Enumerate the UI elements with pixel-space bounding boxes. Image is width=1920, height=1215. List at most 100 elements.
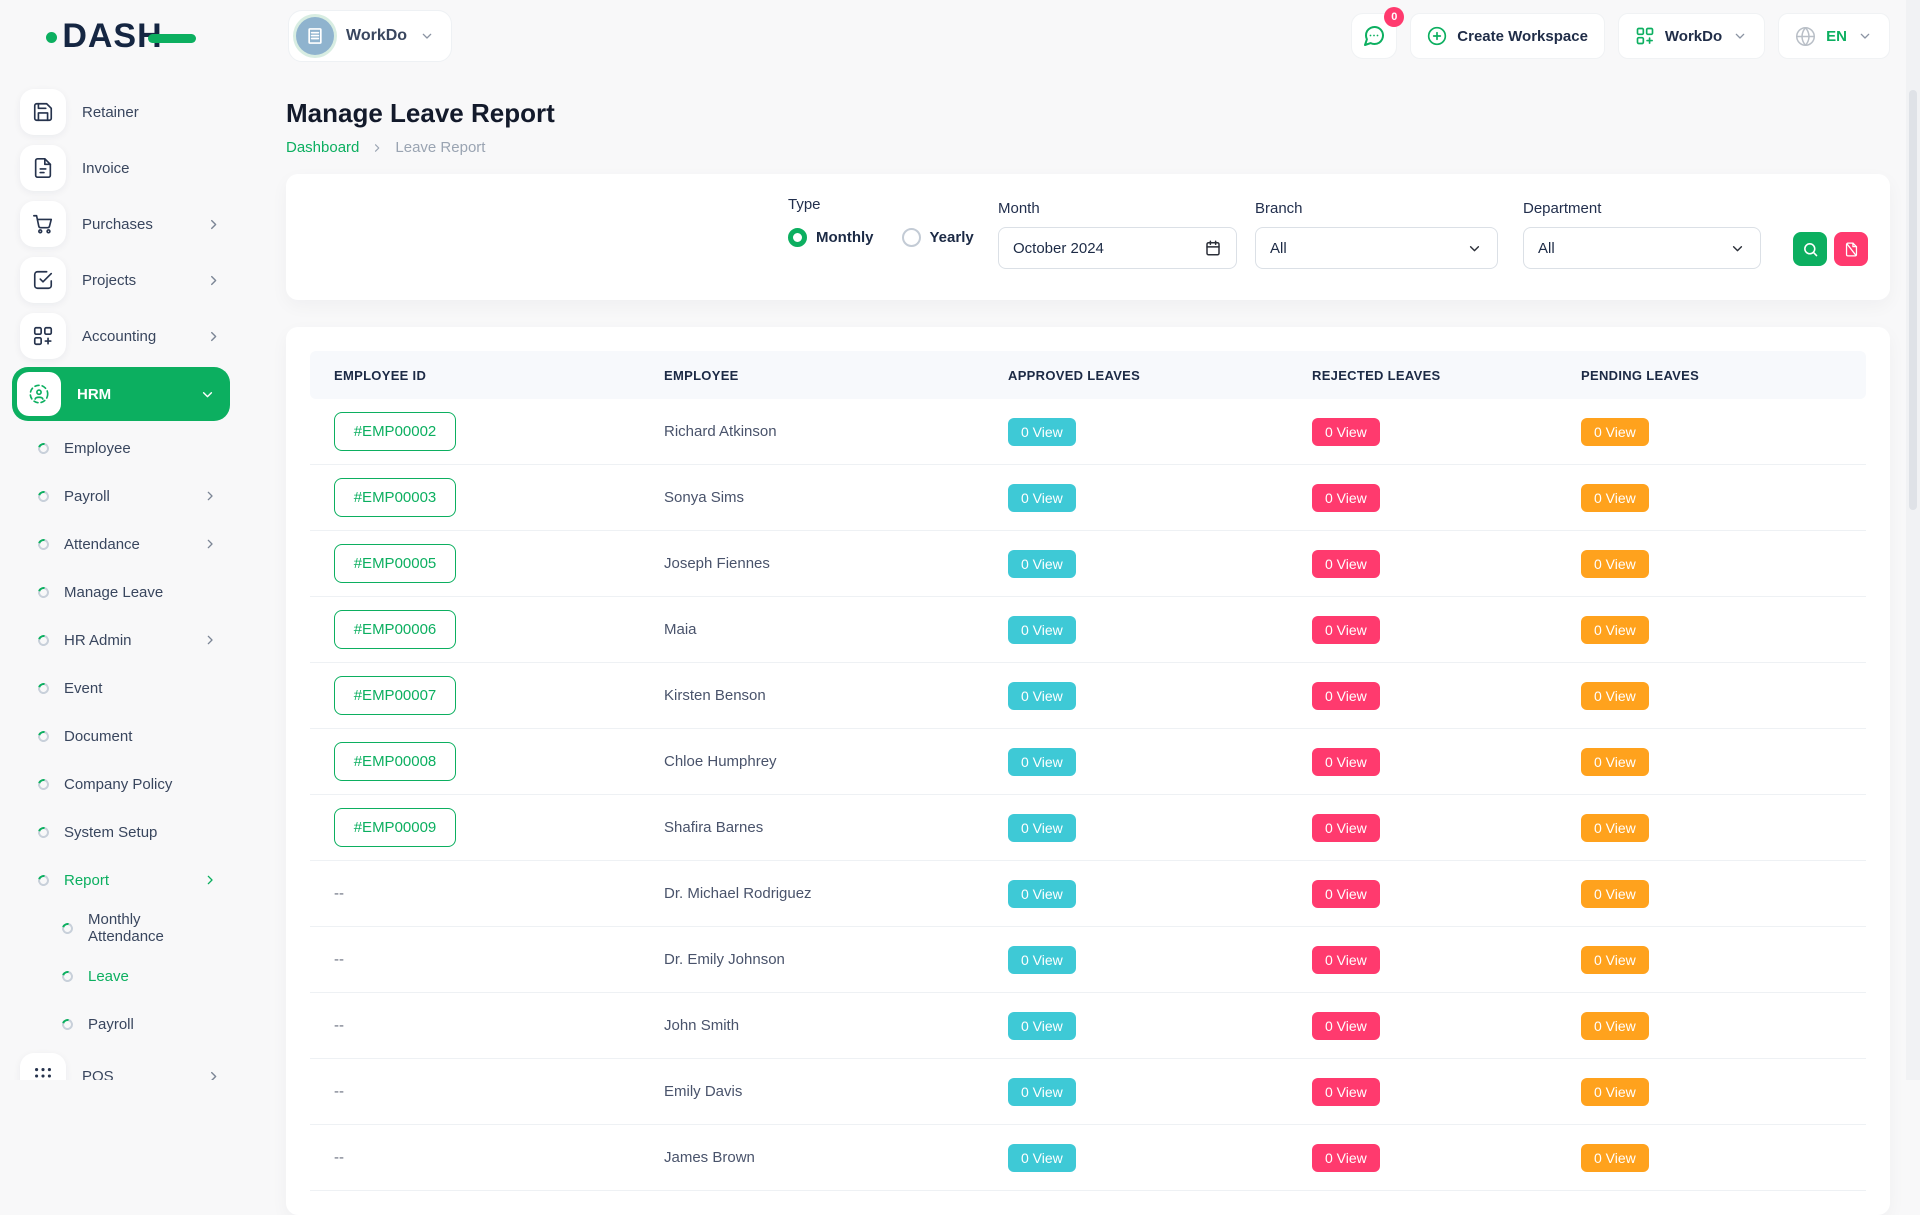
pending-leaves-view-badge[interactable]: 0 View <box>1581 946 1649 974</box>
rejected-leaves-view-badge[interactable]: 0 View <box>1312 1144 1380 1172</box>
sidebar-subitem-payroll[interactable]: Payroll <box>0 1000 242 1048</box>
messages-button[interactable]: 0 <box>1351 13 1397 59</box>
save-icon <box>20 89 66 135</box>
create-workspace-button[interactable]: Create Workspace <box>1410 13 1605 59</box>
branch-select[interactable]: All <box>1255 227 1498 269</box>
sidebar-item-invoice[interactable]: Invoice <box>0 140 242 196</box>
approved-leaves-view-badge[interactable]: 0 View <box>1008 748 1076 776</box>
branch-label: Branch <box>1255 200 1498 217</box>
table-row: #EMP00003 Sonya Sims 0 View 0 View 0 View <box>310 465 1866 531</box>
approved-leaves-view-badge[interactable]: 0 View <box>1008 484 1076 512</box>
reset-button[interactable] <box>1834 232 1868 266</box>
rejected-leaves-view-badge[interactable]: 0 View <box>1312 880 1380 908</box>
file-slash-icon <box>1843 241 1860 258</box>
pending-leaves-view-badge[interactable]: 0 View <box>1581 418 1649 446</box>
employee-id-badge[interactable]: #EMP00008 <box>334 742 456 781</box>
month-date-input[interactable]: October 2024 <box>998 227 1237 269</box>
sidebar-item-hrm[interactable]: HRM <box>12 367 230 421</box>
sidebar-subitem-system-setup[interactable]: System Setup <box>0 808 242 856</box>
approved-leaves-view-badge[interactable]: 0 View <box>1008 1012 1076 1040</box>
table-row: #EMP00005Joseph Fiennes0 View0 View0 Vie… <box>310 531 1866 597</box>
sidebar-subitem-company-policy[interactable]: Company Policy <box>0 760 242 808</box>
rejected-leaves-view-badge[interactable]: 0 View <box>1312 1078 1380 1106</box>
rejected-leaves-view-badge[interactable]: 0 View <box>1312 748 1380 776</box>
approved-leaves-view-badge[interactable]: 0 View <box>1008 418 1076 446</box>
sidebar: RetainerInvoicePurchasesProjectsAccounti… <box>0 72 242 1080</box>
approved-leaves-view-badge[interactable]: 0 View <box>1008 616 1076 644</box>
rejected-leaves-view-badge[interactable]: 0 View <box>1312 418 1380 446</box>
page-scrollbar[interactable] <box>1906 0 1920 1080</box>
filter-card: Type MonthlyYearly Month October 2024 Br… <box>286 174 1890 300</box>
sidebar-subitem-document[interactable]: Document <box>0 712 242 760</box>
radio-monthly[interactable]: Monthly <box>788 228 874 247</box>
approved-leaves-view-badge[interactable]: 0 View <box>1008 946 1076 974</box>
bullet-icon <box>60 1016 75 1031</box>
approved-leaves-view-badge[interactable]: 0 View <box>1008 814 1076 842</box>
sidebar-subitem-manage-leave[interactable]: Manage Leave <box>0 568 242 616</box>
scrollbar-thumb[interactable] <box>1909 90 1917 510</box>
employee-id-badge[interactable]: #EMP00005 <box>334 544 456 583</box>
sidebar-item-accounting[interactable]: Accounting <box>0 308 242 364</box>
month-label: Month <box>998 200 1237 217</box>
sidebar-subitem-attendance[interactable]: Attendance <box>0 520 242 568</box>
sidebar-subitem-report[interactable]: Report <box>0 856 242 904</box>
department-select[interactable]: All <box>1523 227 1761 269</box>
pending-leaves-view-badge[interactable]: 0 View <box>1581 550 1649 578</box>
bullet-icon <box>36 632 51 647</box>
radio-yearly[interactable]: Yearly <box>902 228 974 247</box>
language-selector[interactable]: EN <box>1778 13 1890 59</box>
pending-leaves-view-badge[interactable]: 0 View <box>1581 616 1649 644</box>
rejected-leaves-view-badge[interactable]: 0 View <box>1312 484 1380 512</box>
pending-leaves-view-badge[interactable]: 0 View <box>1581 1144 1649 1172</box>
employee-id-badge[interactable]: #EMP00002 <box>334 412 456 451</box>
pending-leaves-view-badge[interactable]: 0 View <box>1581 880 1649 908</box>
sidebar-subitem-hr-admin[interactable]: HR Admin <box>0 616 242 664</box>
search-icon <box>1802 241 1819 258</box>
sidebar-item-purchases[interactable]: Purchases <box>0 196 242 252</box>
pending-leaves-view-badge[interactable]: 0 View <box>1581 484 1649 512</box>
chevron-down-icon <box>1729 240 1746 257</box>
employee-id-badge[interactable]: #EMP00007 <box>334 676 456 715</box>
rejected-leaves-view-badge[interactable]: 0 View <box>1312 550 1380 578</box>
sidebar-subitem-monthly-attendance[interactable]: Monthly Attendance <box>0 904 242 952</box>
sidebar-subitem-leave[interactable]: Leave <box>0 952 242 1000</box>
approved-leaves-view-badge[interactable]: 0 View <box>1008 682 1076 710</box>
pending-leaves-view-badge[interactable]: 0 View <box>1581 748 1649 776</box>
approved-leaves-view-badge[interactable]: 0 View <box>1008 1078 1076 1106</box>
globe-icon <box>1795 26 1816 47</box>
employee-name: Sonya Sims <box>640 489 984 506</box>
sidebar-item-projects[interactable]: Projects <box>0 252 242 308</box>
topbar: DASH WorkDo 0 Create Workspace WorkDo EN <box>0 0 1920 72</box>
sidebar-subitem-event[interactable]: Event <box>0 664 242 712</box>
workspace-selector[interactable]: WorkDo <box>288 10 452 62</box>
sidebar-item-pos[interactable]: POS <box>0 1048 242 1080</box>
sidebar-subitem-employee[interactable]: Employee <box>0 424 242 472</box>
table-row: #EMP00006Maia0 View0 View0 View <box>310 597 1866 663</box>
sidebar-item-retainer[interactable]: Retainer <box>0 84 242 140</box>
breadcrumb-link-dashboard[interactable]: Dashboard <box>286 139 359 156</box>
breadcrumb-current: Leave Report <box>395 139 485 156</box>
table-row: #EMP00007Kirsten Benson0 View0 View0 Vie… <box>310 663 1866 729</box>
rejected-leaves-view-badge[interactable]: 0 View <box>1312 1012 1380 1040</box>
employee-id-badge[interactable]: #EMP00009 <box>334 808 456 847</box>
sidebar-subitem-payroll[interactable]: Payroll <box>0 472 242 520</box>
pending-leaves-view-badge[interactable]: 0 View <box>1581 1012 1649 1040</box>
employee-id-badge[interactable]: #EMP00003 <box>334 478 456 517</box>
workdo-menu-button[interactable]: WorkDo <box>1618 13 1765 59</box>
approved-leaves-view-badge[interactable]: 0 View <box>1008 1144 1076 1172</box>
employee-name: Emily Davis <box>640 1083 984 1100</box>
rejected-leaves-view-badge[interactable]: 0 View <box>1312 946 1380 974</box>
pending-leaves-view-badge[interactable]: 0 View <box>1581 814 1649 842</box>
rejected-leaves-view-badge[interactable]: 0 View <box>1312 682 1380 710</box>
sidebar-subitem-label: Monthly Attendance <box>88 911 218 945</box>
pending-leaves-view-badge[interactable]: 0 View <box>1581 682 1649 710</box>
search-button[interactable] <box>1793 232 1827 266</box>
rejected-leaves-view-badge[interactable]: 0 View <box>1312 616 1380 644</box>
rejected-leaves-view-badge[interactable]: 0 View <box>1312 814 1380 842</box>
approved-leaves-view-badge[interactable]: 0 View <box>1008 880 1076 908</box>
pending-leaves-view-badge[interactable]: 0 View <box>1581 1078 1649 1106</box>
employee-id-badge[interactable]: #EMP00006 <box>334 610 456 649</box>
sidebar-subitem-label: Payroll <box>88 1016 218 1033</box>
approved-leaves-view-badge[interactable]: 0 View <box>1008 550 1076 578</box>
employee-name: Dr. Michael Rodriguez <box>640 885 984 902</box>
